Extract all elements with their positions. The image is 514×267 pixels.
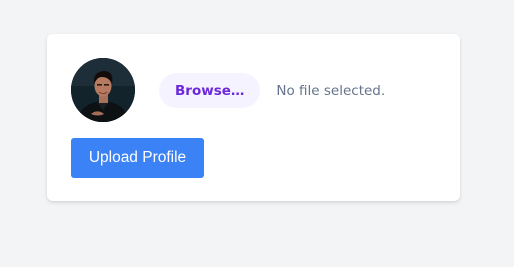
avatar — [71, 58, 135, 122]
profile-upload-card: Browse… No file selected. Upload Profile — [47, 34, 460, 201]
browse-button[interactable]: Browse… — [159, 73, 261, 108]
file-input[interactable]: Browse… No file selected. — [159, 73, 385, 108]
upload-profile-button[interactable]: Upload Profile — [71, 138, 204, 178]
file-status-text: No file selected. — [276, 82, 386, 99]
avatar-photo-icon — [71, 58, 135, 122]
